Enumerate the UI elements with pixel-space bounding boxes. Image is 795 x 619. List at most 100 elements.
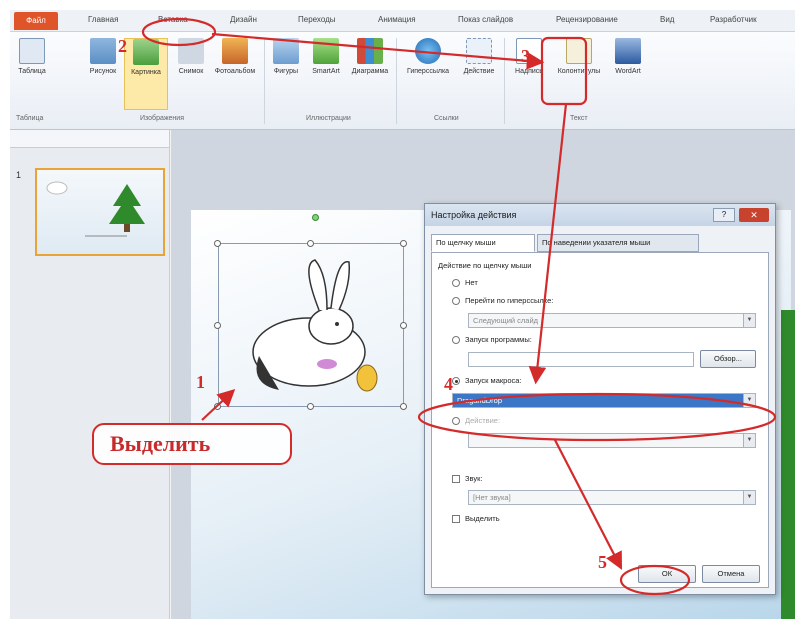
action-icon: [466, 38, 492, 64]
hyperlink-select[interactable]: Следующий слайд ▼: [468, 313, 756, 328]
radio-macro[interactable]: [452, 377, 460, 385]
slides-panel: 1: [10, 130, 170, 619]
cancel-button[interactable]: Отмена: [702, 565, 760, 583]
resize-handle[interactable]: [214, 403, 221, 410]
resize-handle[interactable]: [214, 240, 221, 247]
group-label-illustrations: Иллюстрации: [306, 115, 351, 122]
macro-select[interactable]: DragandDrop ▼: [452, 393, 756, 408]
highlight-label: Выделить: [465, 514, 500, 523]
object-action-select[interactable]: ▼: [468, 433, 756, 448]
chevron-down-icon: ▼: [743, 434, 755, 447]
resize-handle[interactable]: [307, 240, 314, 247]
step-number-4: 4: [444, 374, 453, 394]
action-button[interactable]: Действие: [458, 38, 500, 75]
group-label-links: Ссылки: [434, 115, 459, 122]
picture-button[interactable]: Рисунок: [84, 38, 122, 75]
highlight-checkbox[interactable]: [452, 515, 460, 523]
browse-button[interactable]: Обзор...: [700, 350, 756, 368]
smartart-button[interactable]: SmartArt: [306, 38, 346, 75]
tab-mouse-over[interactable]: По наведении указателя мыши: [537, 234, 699, 252]
action-settings-dialog: Настройка действия ? ✕ По щелчку мыши По…: [424, 203, 776, 595]
chart-icon: [357, 38, 383, 64]
ribbon-tab-bar: Файл Главная Вставка Дизайн Переходы Ани…: [10, 10, 795, 32]
ok-button[interactable]: ОК: [638, 565, 696, 583]
tab-home[interactable]: Главная: [88, 15, 118, 24]
sound-select[interactable]: [Нет звука] ▼: [468, 490, 756, 505]
clipart-icon: [133, 39, 159, 65]
chart-button[interactable]: Диаграмма: [348, 38, 392, 75]
group-separator: [264, 38, 265, 124]
radio-hyperlink-label: Перейти по гиперссылке:: [465, 296, 554, 305]
chevron-down-icon: ▼: [743, 314, 755, 327]
hyperlink-button[interactable]: Гиперссылка: [402, 38, 454, 75]
panel-header: [10, 130, 169, 148]
sound-label: Звук:: [465, 474, 483, 483]
dialog-title: Настройка действия: [431, 210, 517, 220]
group-label-table: Таблица: [16, 115, 44, 122]
header-footer-button[interactable]: Колонтитулы: [552, 38, 606, 75]
tab-design[interactable]: Дизайн: [230, 15, 257, 24]
slide-number: 1: [16, 170, 22, 180]
rabbit-icon: [252, 259, 378, 392]
radio-hyperlink[interactable]: [452, 297, 460, 305]
step-number-1: 1: [196, 372, 205, 392]
resize-handle[interactable]: [400, 403, 407, 410]
table-icon: [19, 38, 45, 64]
wordart-button[interactable]: WordArt: [608, 38, 648, 75]
tab-transitions[interactable]: Переходы: [298, 15, 336, 24]
photo-album-icon: [222, 38, 248, 64]
tab-insert[interactable]: Вставка: [158, 15, 188, 24]
dialog-body: Действие по щелчку мыши Нет Перейти по г…: [431, 252, 769, 588]
photo-album-button[interactable]: Фотоальбом: [212, 38, 258, 75]
smartart-icon: [313, 38, 339, 64]
screenshot-icon: [178, 38, 204, 64]
radio-program[interactable]: [452, 336, 460, 344]
rabbit-picture[interactable]: [218, 243, 404, 407]
group-label-images: Изображения: [140, 115, 184, 122]
screenshot-button[interactable]: Снимок: [172, 38, 210, 75]
chevron-down-icon: ▼: [743, 491, 755, 504]
ribbon: Таблица Рисунок Картинка Снимок Фотоальб…: [10, 32, 795, 130]
section-heading: Действие по щелчку мыши: [438, 261, 532, 270]
step-number-5: 5: [598, 552, 607, 572]
radio-object-action[interactable]: [452, 417, 460, 425]
hyperlink-icon: [415, 38, 441, 64]
wordart-icon: [615, 38, 641, 64]
tab-review[interactable]: Рецензирование: [556, 15, 618, 24]
group-separator: [504, 38, 505, 124]
step-number-2: 2: [118, 36, 127, 56]
close-button[interactable]: ✕: [739, 208, 769, 222]
clipart-button[interactable]: Картинка: [124, 38, 168, 110]
sound-checkbox[interactable]: [452, 475, 460, 483]
radio-macro-label: Запуск макроса:: [465, 376, 522, 385]
help-button[interactable]: ?: [713, 208, 735, 222]
resize-handle[interactable]: [400, 240, 407, 247]
chevron-down-icon: ▼: [743, 394, 755, 407]
rotate-handle[interactable]: [312, 214, 319, 221]
resize-handle[interactable]: [214, 322, 221, 329]
dialog-title-bar: Настройка действия ? ✕: [425, 204, 775, 226]
resize-handle[interactable]: [400, 322, 407, 329]
tab-slideshow[interactable]: Показ слайдов: [458, 15, 513, 24]
program-input[interactable]: [468, 352, 694, 367]
resize-handle[interactable]: [307, 403, 314, 410]
group-label-text: Текст: [570, 115, 588, 122]
radio-none[interactable]: [452, 279, 460, 287]
tab-mouse-click[interactable]: По щелчку мыши: [431, 234, 535, 252]
tab-view[interactable]: Вид: [660, 15, 674, 24]
radio-program-label: Запуск программы:: [465, 335, 532, 344]
tab-animation[interactable]: Анимация: [378, 15, 416, 24]
radio-none-label: Нет: [465, 278, 478, 287]
group-separator: [396, 38, 397, 124]
step-number-3: 3: [521, 46, 530, 66]
table-button[interactable]: Таблица: [14, 38, 50, 75]
tab-file[interactable]: Файл: [14, 12, 58, 30]
shapes-button[interactable]: Фигуры: [268, 38, 304, 75]
tab-developer[interactable]: Разработчик: [710, 15, 757, 24]
header-footer-icon: [566, 38, 592, 64]
radio-object-action-label: Действие:: [465, 416, 501, 425]
picture-icon: [90, 38, 116, 64]
callout-select: Выделить: [92, 423, 292, 465]
slide-decoration: [781, 310, 795, 619]
slide-thumbnail[interactable]: [35, 168, 165, 256]
